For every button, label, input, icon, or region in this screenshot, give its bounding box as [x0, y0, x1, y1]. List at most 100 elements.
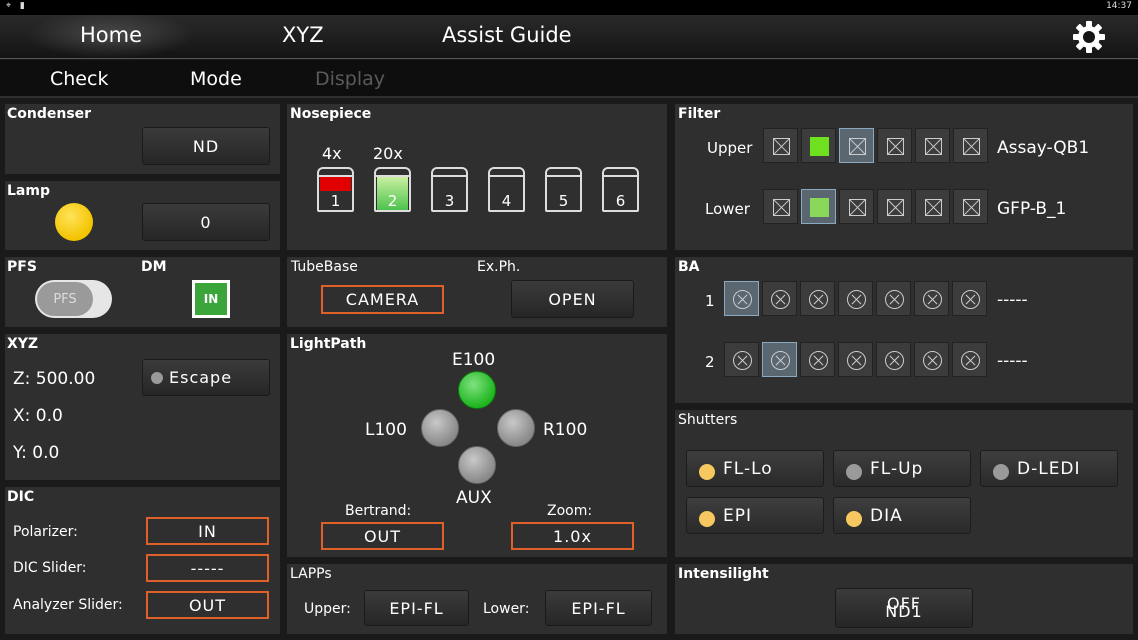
shutter-dia-button[interactable]: DIA [833, 497, 971, 534]
shutters-panel: Shutters FL-Lo FL-Up D-LEDI EPI DIA [675, 410, 1133, 557]
tab-assist-guide[interactable]: Assist Guide [442, 23, 572, 47]
filter-panel: Filter Upper Lower Assay-QB1 GFP-B_1 [675, 104, 1133, 250]
shutter-label: FL-Lo [723, 459, 773, 479]
tab-check[interactable]: Check [50, 68, 108, 90]
top-nav: Home XYZ Assist Guide [0, 15, 1138, 59]
ba-row1-cell-4[interactable] [838, 281, 873, 316]
empty-filter-icon [773, 199, 790, 216]
empty-ba-icon [809, 290, 828, 309]
filter-lower-cell-1[interactable] [763, 189, 798, 224]
shutter-label: D-LEDI [1017, 459, 1081, 479]
empty-filter-icon [773, 138, 790, 155]
xyz-panel: XYZ Z: 500.00 X: 0.0 Y: 0.0 Escape [5, 334, 280, 480]
gear-icon[interactable] [1072, 20, 1106, 54]
active-filter-icon [810, 137, 829, 156]
zoom-label: Zoom: [547, 503, 593, 519]
bertrand-value[interactable]: OUT [321, 522, 444, 550]
nosepiece-slot-6[interactable]: 6 [602, 167, 639, 212]
empty-filter-icon [925, 199, 942, 216]
shutter-fl-lo-button[interactable]: FL-Lo [686, 450, 824, 487]
filter-upper-name: Assay-QB1 [997, 138, 1090, 158]
escape-button[interactable]: Escape [142, 359, 270, 396]
ba-row2-cell-5[interactable] [876, 342, 911, 377]
tab-xyz[interactable]: XYZ [282, 23, 324, 47]
pfs-toggle-knob: PFS [37, 282, 93, 316]
lamp-value-button[interactable]: 0 [142, 203, 270, 241]
filter-upper-cell-2[interactable] [801, 128, 836, 163]
polarizer-value[interactable]: IN [146, 517, 269, 545]
filter-lower-label: Lower [705, 200, 750, 218]
condenser-nd-button[interactable]: ND [142, 127, 270, 165]
slot-number: 4 [501, 192, 512, 210]
tubebase-value[interactable]: CAMERA [321, 285, 444, 314]
nosepiece-slot-4[interactable]: 4 [488, 167, 525, 212]
empty-ba-icon [923, 290, 942, 309]
lightpath-panel: LightPath E100 L100 R100 AUX Bertrand: O… [287, 334, 667, 557]
lamp-indicator-icon [55, 203, 93, 241]
analyzer-slider-value[interactable]: OUT [146, 591, 269, 619]
pfs-title: PFS [7, 259, 37, 275]
empty-ba-icon [847, 290, 866, 309]
shutter-d-ledi-button[interactable]: D-LEDI [980, 450, 1118, 487]
nosepiece-slot-5[interactable]: 5 [545, 167, 582, 212]
filter-lower-cell-4[interactable] [877, 189, 912, 224]
zoom-value[interactable]: 1.0x [511, 522, 634, 550]
shutter-label: FL-Up [870, 459, 924, 479]
ba-row1-cell-2[interactable] [762, 281, 797, 316]
ba-row2-cell-6[interactable] [914, 342, 949, 377]
filter-lower-cell-3[interactable] [839, 189, 874, 224]
pfs-dm-panel: PFS DM PFS IN [5, 257, 280, 327]
ba-row2-cell-2[interactable] [762, 342, 797, 377]
active-filter-icon [810, 198, 829, 217]
pfs-toggle[interactable]: PFS [35, 280, 112, 318]
exph-open-button[interactable]: OPEN [511, 280, 634, 318]
shutter-label: DIA [870, 506, 903, 526]
dic-slider-value[interactable]: ----- [146, 554, 269, 582]
ba-row-1-name: ----- [997, 290, 1028, 310]
exph-title: Ex.Ph. [477, 259, 521, 275]
filter-lower-cell-6[interactable] [953, 189, 988, 224]
tab-mode[interactable]: Mode [190, 68, 242, 90]
shutter-epi-button[interactable]: EPI [686, 497, 824, 534]
nosepiece-slot-3[interactable]: 3 [431, 167, 468, 212]
ba-row1-cell-3[interactable] [800, 281, 835, 316]
slot-line [376, 175, 409, 177]
ba-row2-cell-7[interactable] [952, 342, 987, 377]
empty-filter-icon [849, 138, 866, 155]
intensilight-button[interactable]: OFF ND1 [835, 588, 973, 628]
ba-row2-cell-1[interactable] [724, 342, 759, 377]
ba-row1-cell-7[interactable] [952, 281, 987, 316]
empty-filter-icon [963, 199, 980, 216]
filter-lower-cell-2[interactable] [801, 189, 836, 224]
ba-row1-cell-6[interactable] [914, 281, 949, 316]
nosepiece-slot-2[interactable]: 2 [374, 167, 411, 212]
lightpath-e100-button[interactable] [458, 371, 496, 409]
filter-upper-cell-4[interactable] [877, 128, 912, 163]
tab-home[interactable]: Home [80, 23, 142, 47]
lightpath-r100-button[interactable] [497, 409, 535, 447]
lapps-lower-button[interactable]: EPI-FL [545, 590, 652, 626]
nosepiece-slot-1[interactable]: 1 [317, 167, 354, 212]
shutter-fl-up-button[interactable]: FL-Up [833, 450, 971, 487]
objective-label-20x: 20x [373, 144, 403, 163]
ba-row2-cell-4[interactable] [838, 342, 873, 377]
lightpath-aux-button[interactable] [458, 446, 496, 484]
empty-filter-icon [887, 199, 904, 216]
ba-row-2-label: 2 [705, 353, 715, 371]
ba-row2-cell-3[interactable] [800, 342, 835, 377]
dm-in-button[interactable]: IN [192, 280, 230, 318]
slot-number: 6 [615, 192, 626, 210]
filter-upper-cell-6[interactable] [953, 128, 988, 163]
filter-upper-cell-1[interactable] [763, 128, 798, 163]
shutter-on-indicator-icon [846, 511, 862, 527]
filter-upper-cell-3[interactable] [839, 128, 874, 163]
filter-upper-cell-5[interactable] [915, 128, 950, 163]
slot-line [319, 175, 352, 177]
ba-row1-cell-5[interactable] [876, 281, 911, 316]
filter-lower-cell-5[interactable] [915, 189, 950, 224]
dic-title: DIC [7, 489, 35, 505]
lapps-upper-button[interactable]: EPI-FL [364, 590, 469, 626]
ba-row1-cell-1[interactable] [724, 281, 759, 316]
lightpath-l100-button[interactable] [421, 409, 459, 447]
escape-indicator-icon [151, 372, 163, 384]
